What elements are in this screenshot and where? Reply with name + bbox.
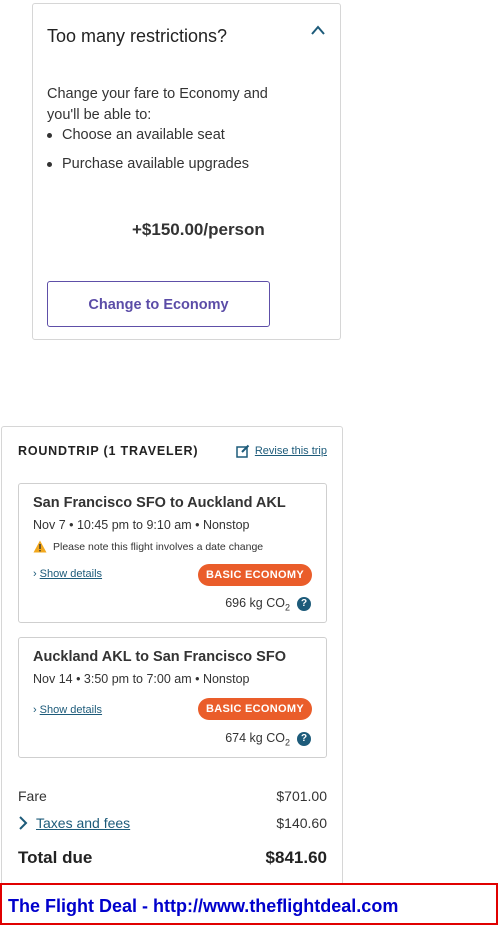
revise-trip-link[interactable]: Revise this trip xyxy=(255,445,327,457)
segment-route: San Francisco SFO to Auckland AKL xyxy=(33,495,286,511)
fare-class-badge: BASIC ECONOMY xyxy=(197,564,312,586)
trip-summary-card: ROUNDTRIP (1 TRAVELER) Revise this trip … xyxy=(1,426,343,896)
taxes-toggle[interactable]: Taxes and fees xyxy=(18,815,130,831)
edit-icon xyxy=(236,444,250,458)
watermark-text: The Flight Deal - http://www.theflightde… xyxy=(8,896,399,916)
co2-value: 674 kg CO2 xyxy=(225,731,290,748)
fare-row: Fare $701.00 xyxy=(18,788,327,804)
help-icon[interactable]: ? xyxy=(297,597,311,612)
show-details-link[interactable]: Show details xyxy=(40,568,102,580)
upsell-price: +$150.00/person xyxy=(132,220,265,239)
change-to-economy-button[interactable]: Change to Economy xyxy=(47,281,270,327)
segment-route: Auckland AKL to San Francisco SFO xyxy=(33,649,286,665)
watermark-banner: The Flight Deal - http://www.theflightde… xyxy=(0,883,498,925)
warning-text: Please note this flight involves a date … xyxy=(53,540,264,553)
total-value: $841.60 xyxy=(265,848,327,867)
taxes-and-fees-link[interactable]: Taxes and fees xyxy=(36,815,130,831)
upsell-benefit-list: Choose an available seat Purchase availa… xyxy=(47,125,249,183)
chevron-right-icon: › xyxy=(33,704,37,716)
upsell-description: Change your fare to Economy and you'll b… xyxy=(47,86,268,123)
revise-trip[interactable]: Revise this trip xyxy=(236,444,327,458)
flight-segment-outbound: San Francisco SFO to Auckland AKL Nov 7 … xyxy=(18,483,327,623)
fare-value: $701.00 xyxy=(276,788,327,804)
total-label: Total due xyxy=(18,848,93,867)
segment-times: Nov 7 • 10:45 pm to 9:10 am • Nonstop xyxy=(33,518,250,532)
fare-upsell-card: Too many restrictions? Change your fare … xyxy=(32,3,341,340)
segment-times: Nov 14 • 3:50 pm to 7:00 am • Nonstop xyxy=(33,672,250,686)
co2-value: 696 kg CO2 xyxy=(225,596,290,613)
taxes-value: $140.60 xyxy=(276,815,327,831)
show-details-link[interactable]: Show details xyxy=(40,704,102,716)
flight-segment-return: Auckland AKL to San Francisco SFO Nov 14… xyxy=(18,637,327,758)
warning-icon xyxy=(33,540,47,553)
chevron-right-icon xyxy=(19,816,28,830)
chevron-right-icon: › xyxy=(33,568,37,580)
show-details[interactable]: › Show details xyxy=(33,704,102,716)
upsell-title: Too many restrictions? xyxy=(47,26,228,46)
chevron-up-icon[interactable] xyxy=(310,24,326,36)
trip-heading: ROUNDTRIP (1 TRAVELER) xyxy=(18,444,199,458)
list-item: Purchase available upgrades xyxy=(47,154,249,175)
show-details[interactable]: › Show details xyxy=(33,568,102,580)
fare-class-badge: BASIC ECONOMY xyxy=(197,698,312,720)
total-row: Total due $841.60 xyxy=(18,848,327,868)
fare-label: Fare xyxy=(18,788,47,804)
date-change-warning: Please note this flight involves a date … xyxy=(33,540,263,553)
co2-emissions: 696 kg CO2 ? xyxy=(225,596,311,613)
help-icon[interactable]: ? xyxy=(297,732,311,747)
co2-emissions: 674 kg CO2 ? xyxy=(225,731,311,748)
taxes-row: Taxes and fees $140.60 xyxy=(18,815,327,831)
list-item: Choose an available seat xyxy=(47,125,249,146)
